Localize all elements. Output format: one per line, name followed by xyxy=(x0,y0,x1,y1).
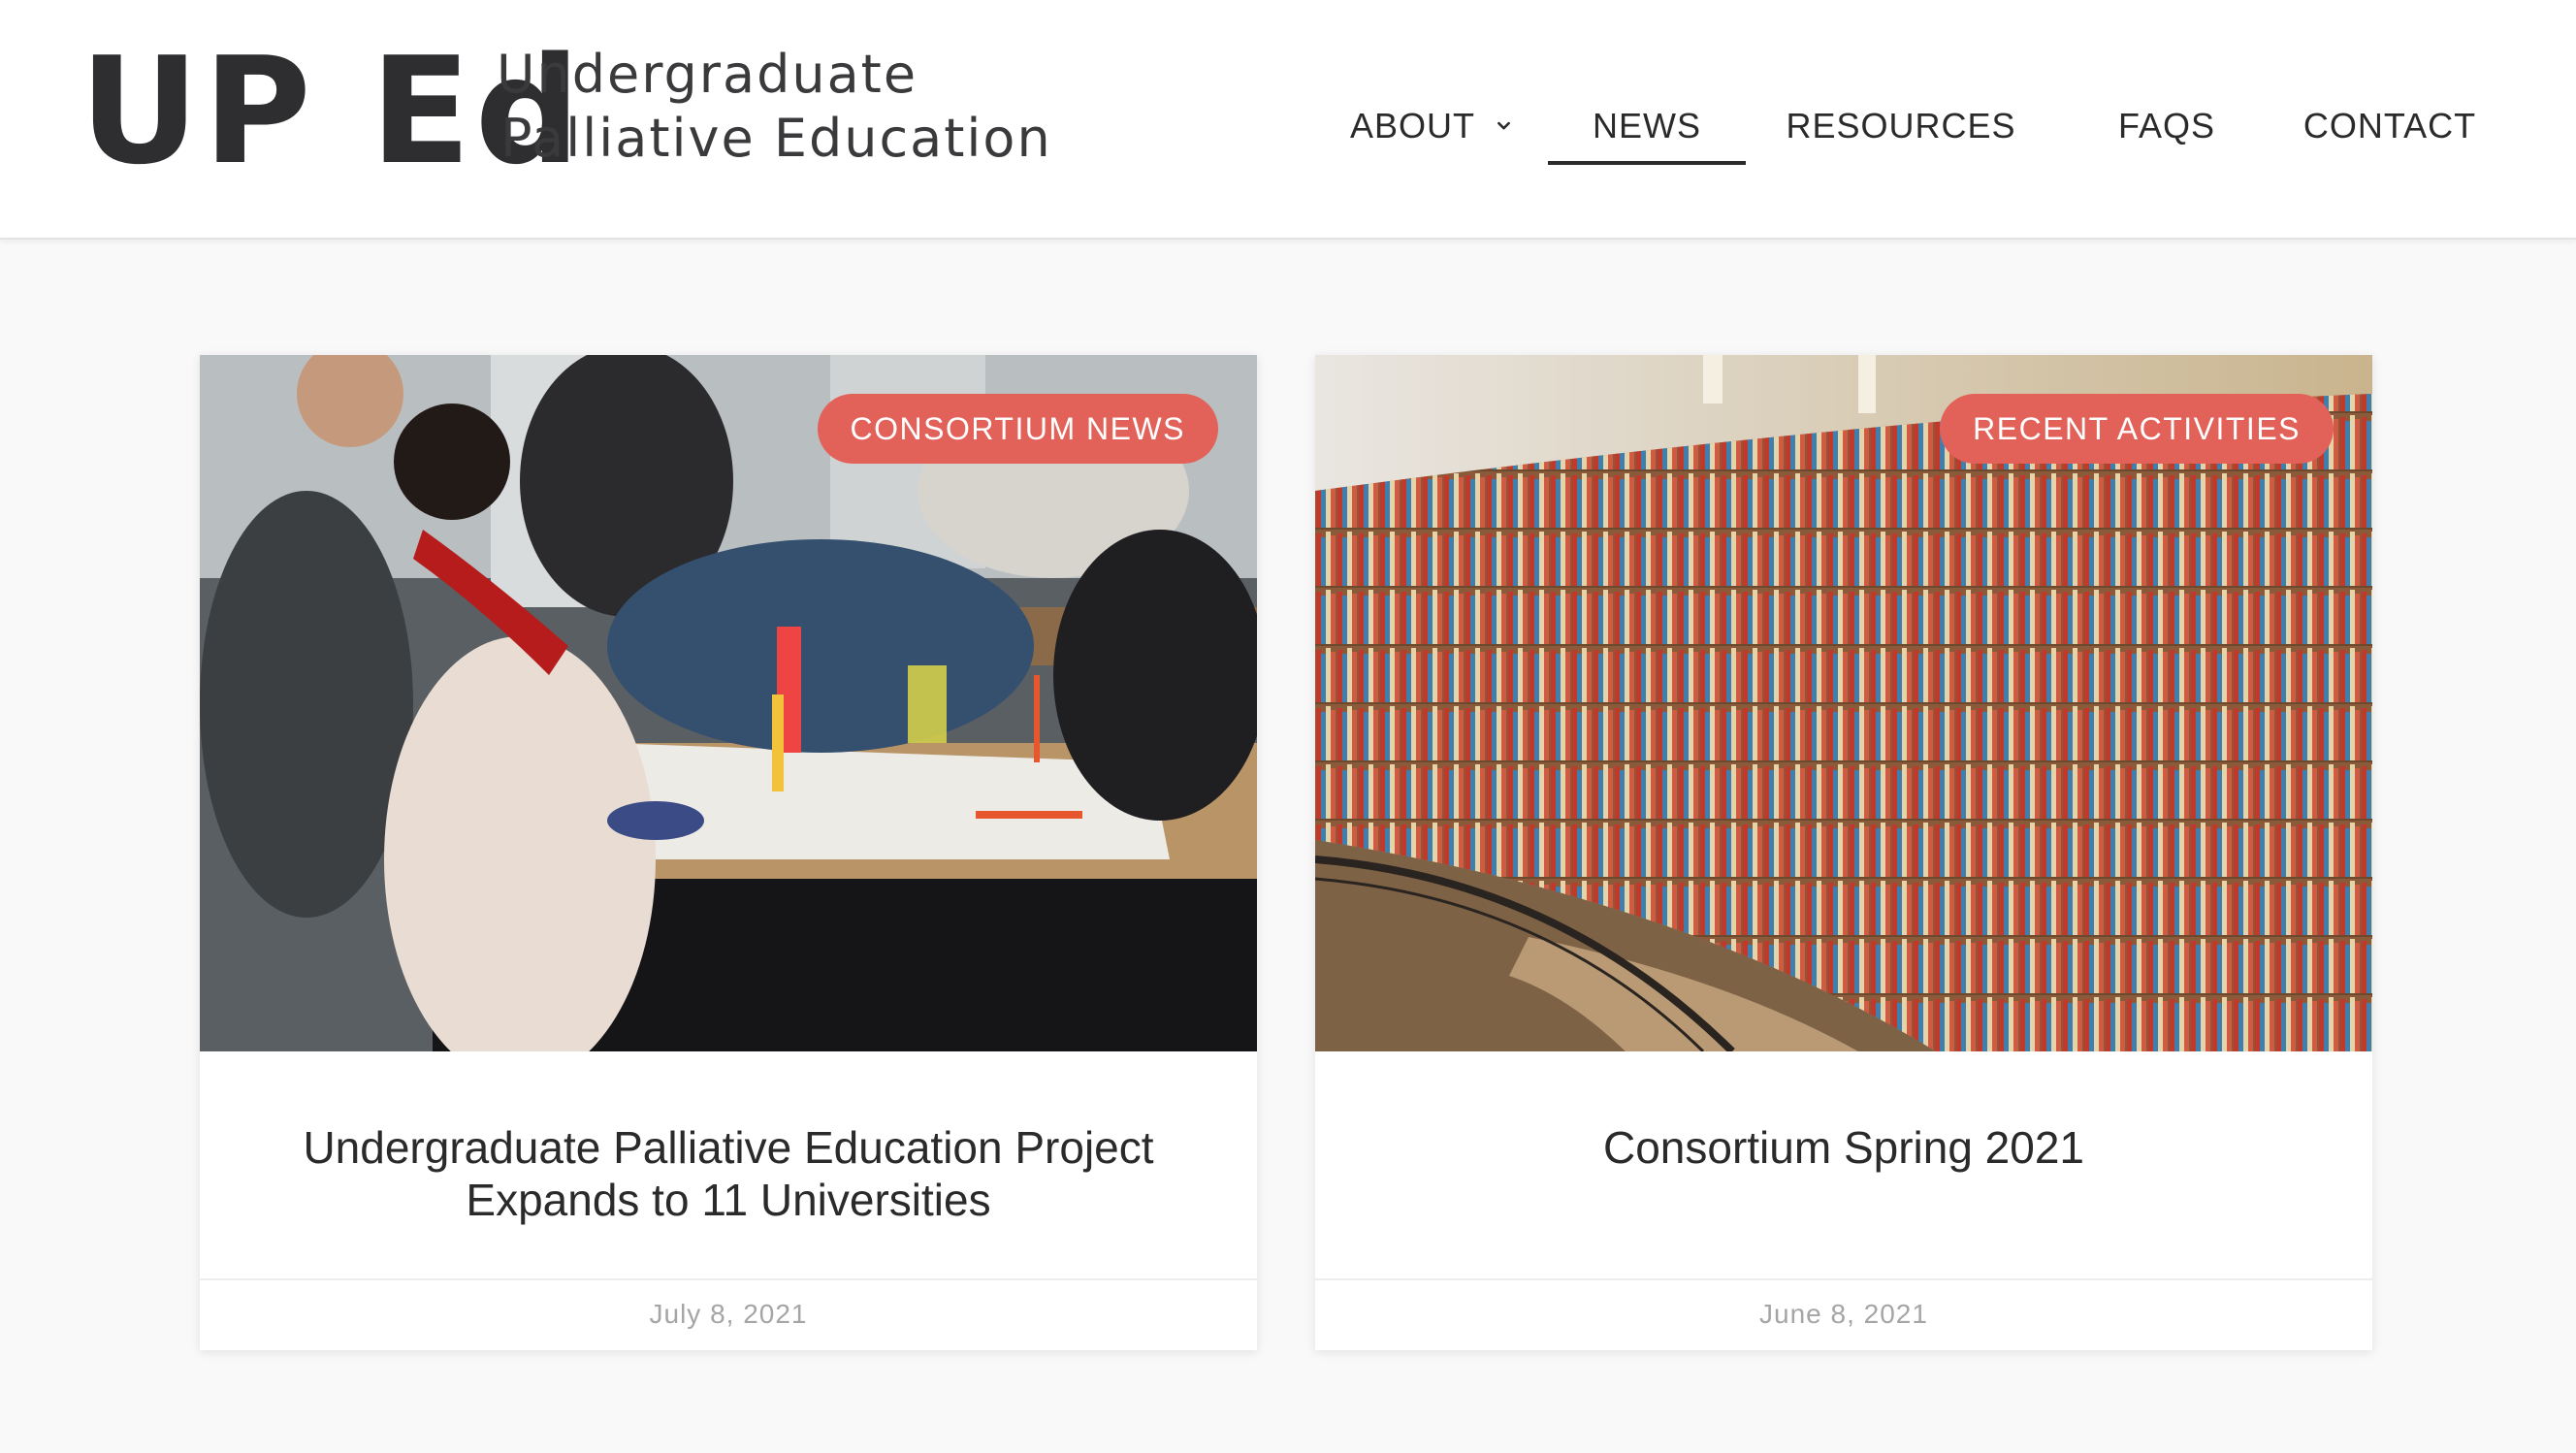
post-date: July 8, 2021 xyxy=(200,1278,1257,1350)
site-header: UP Ed Undergraduate Palliative Education… xyxy=(0,0,2576,240)
post-card[interactable]: CONSORTIUM NEWS Undergraduate Palliative… xyxy=(200,355,1257,1350)
nav-news-label: NEWS xyxy=(1593,106,1701,145)
nav-resources-label: RESOURCES xyxy=(1786,106,2016,145)
post-image-students[interactable]: CONSORTIUM NEWS xyxy=(200,355,1257,1051)
nav-contact-label: CONTACT xyxy=(2302,106,2477,145)
post-card[interactable]: RECENT ACTIVITIES Consortium Spring 2021… xyxy=(1315,355,2372,1350)
post-title[interactable]: Consortium Spring 2021 xyxy=(1373,1121,2314,1174)
nav-faqs-label: FAQS xyxy=(2117,106,2216,145)
post-title[interactable]: Undergraduate Palliative Education Proje… xyxy=(258,1121,1199,1226)
nav-item-faqs[interactable]: FAQS xyxy=(2114,87,2219,165)
nav-about-label: ABOUT xyxy=(1350,106,1476,145)
nav-item-news[interactable]: NEWS xyxy=(1548,87,1746,165)
category-badge[interactable]: CONSORTIUM NEWS xyxy=(817,394,1218,464)
nav-item-resources[interactable]: RESOURCES xyxy=(1786,87,2025,165)
nav-item-about[interactable]: ABOUT xyxy=(1350,87,1513,165)
chevron-down-icon xyxy=(1497,121,1510,130)
category-badge[interactable]: RECENT ACTIVITIES xyxy=(1940,394,2334,464)
post-image-library[interactable]: RECENT ACTIVITIES xyxy=(1315,355,2372,1051)
nav-item-contact[interactable]: CONTACT xyxy=(2302,87,2477,165)
main-nav: ABOUT NEWS RESOURCES FAQS CONTACT xyxy=(0,0,2576,238)
post-date: June 8, 2021 xyxy=(1315,1278,2372,1350)
